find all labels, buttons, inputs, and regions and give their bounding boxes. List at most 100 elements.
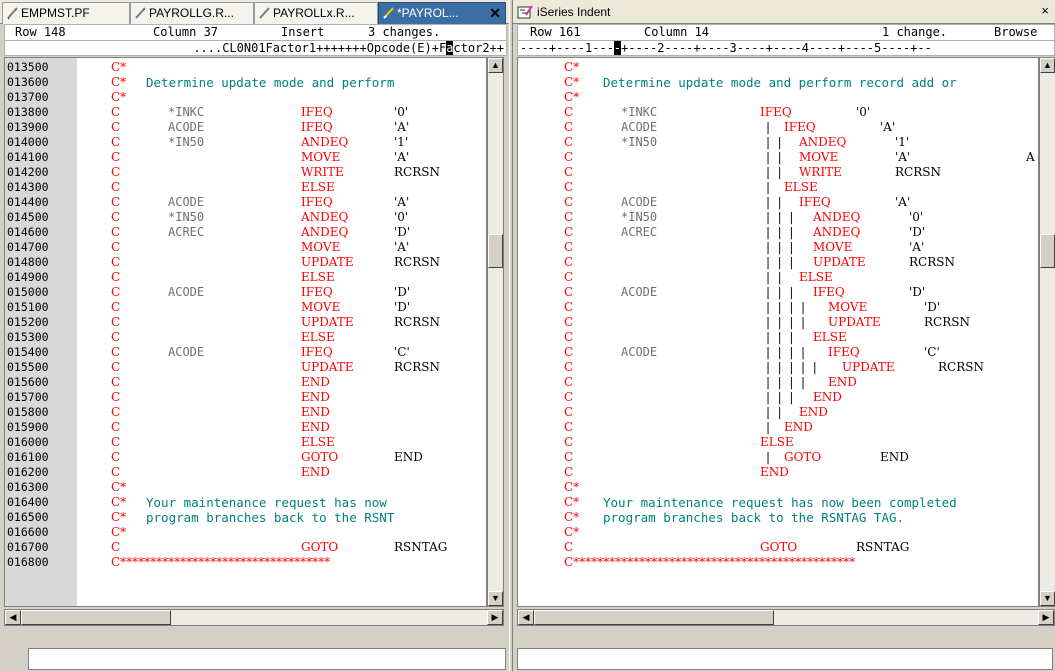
indent-line[interactable]: C* program branches back to the RSNTAG TA… bbox=[518, 510, 1038, 525]
source-line[interactable]: 016100 C GOTO END bbox=[5, 450, 486, 465]
indent-line[interactable]: C ELSE bbox=[518, 435, 1038, 450]
indent-line[interactable]: C* bbox=[518, 60, 1038, 75]
source-line[interactable]: 014700 C MOVE 'A' bbox=[5, 240, 486, 255]
scroll-down-icon[interactable]: ▼ bbox=[488, 591, 503, 606]
indent-line[interactable]: C | | | ELSE bbox=[518, 330, 1038, 345]
scroll-thumb[interactable] bbox=[21, 610, 171, 625]
source-line[interactable]: 016400 C* Your maintenance request has now bbox=[5, 495, 486, 510]
scroll-thumb[interactable] bbox=[534, 610, 774, 625]
scroll-left-icon[interactable]: ◀ bbox=[518, 610, 534, 625]
source-line[interactable]: 015300 C ELSE bbox=[5, 330, 486, 345]
source-line[interactable]: 015100 C MOVE 'D' bbox=[5, 300, 486, 315]
command-input[interactable] bbox=[517, 648, 1053, 670]
source-line[interactable]: 015800 C END bbox=[5, 405, 486, 420]
sequence-number: 015900 bbox=[7, 420, 49, 434]
indent-line[interactable]: C | | | | END bbox=[518, 375, 1038, 390]
source-line[interactable]: 016500 C* program branches back to the RSN… bbox=[5, 510, 486, 525]
spec-type: C bbox=[564, 105, 574, 119]
indent-line[interactable]: C | | END bbox=[518, 405, 1038, 420]
spec-type: C bbox=[564, 315, 574, 329]
scroll-right-icon[interactable]: ▶ bbox=[487, 610, 503, 625]
source-line[interactable]: 014800 C UPDATE RCRSN bbox=[5, 255, 486, 270]
indent-line[interactable]: C *IN50 | | | ANDEQ '0' bbox=[518, 210, 1038, 225]
indent-line[interactable]: C | GOTO END bbox=[518, 450, 1038, 465]
indent-line[interactable]: C ACREC | | | ANDEQ 'D' bbox=[518, 225, 1038, 240]
indent-line[interactable]: C | | | UPDATE RCRSN bbox=[518, 255, 1038, 270]
indent-line[interactable]: C* bbox=[518, 525, 1038, 540]
source-line[interactable]: 016700 C GOTO RSNTAG bbox=[5, 540, 486, 555]
close-icon[interactable]: × bbox=[1041, 3, 1049, 18]
command-input[interactable] bbox=[28, 648, 506, 670]
indent-line[interactable]: C | | WRITE RCRSN bbox=[518, 165, 1038, 180]
indent-line[interactable]: C ACODE | | | IFEQ 'D' bbox=[518, 285, 1038, 300]
indent-line[interactable]: C *INKC IFEQ '0' bbox=[518, 105, 1038, 120]
horizontal-scrollbar[interactable]: ◀ ▶ bbox=[4, 609, 504, 626]
source-line[interactable]: 014400 C ACODE IFEQ 'A' bbox=[5, 195, 486, 210]
scroll-up-icon[interactable]: ▲ bbox=[488, 58, 503, 73]
source-line[interactable]: 014600 C ACREC ANDEQ 'D' bbox=[5, 225, 486, 240]
source-line[interactable]: 014300 C ELSE bbox=[5, 180, 486, 195]
source-line[interactable]: 013500 C* bbox=[5, 60, 486, 75]
indent-line[interactable]: C* bbox=[518, 480, 1038, 495]
indent-line[interactable]: C | | MOVE 'A' A bbox=[518, 150, 1038, 165]
source-line[interactable]: 015000 C ACODE IFEQ 'D' bbox=[5, 285, 486, 300]
indent-line[interactable]: C | | | | | UPDATE RCRSN bbox=[518, 360, 1038, 375]
scroll-left-icon[interactable]: ◀ bbox=[5, 610, 21, 625]
indent-line[interactable]: C***************************************… bbox=[518, 555, 1038, 570]
indent-line[interactable]: C GOTO RSNTAG bbox=[518, 540, 1038, 555]
indent-line[interactable]: C* Your maintenance request has now been … bbox=[518, 495, 1038, 510]
indent-line[interactable]: C | ELSE bbox=[518, 180, 1038, 195]
tab-payrol-active[interactable]: *PAYROL... ✕ bbox=[378, 2, 506, 24]
source-line[interactable]: 016300 C* bbox=[5, 480, 486, 495]
factor2-overflow: A bbox=[1026, 150, 1035, 164]
source-line[interactable]: 014900 C ELSE bbox=[5, 270, 486, 285]
indent-line[interactable]: C* bbox=[518, 90, 1038, 105]
indent-line[interactable]: C END bbox=[518, 465, 1038, 480]
source-line[interactable]: 013800 C *INKC IFEQ '0' bbox=[5, 105, 486, 120]
source-line[interactable]: 016000 C ELSE bbox=[5, 435, 486, 450]
source-line[interactable]: 015500 C UPDATE RCRSN bbox=[5, 360, 486, 375]
source-line[interactable]: 015900 C END bbox=[5, 420, 486, 435]
vertical-scrollbar[interactable]: ▲ ▼ bbox=[487, 57, 504, 607]
tab-payrollx[interactable]: PAYROLLx.R... bbox=[254, 2, 378, 24]
close-icon[interactable]: ✕ bbox=[489, 3, 501, 23]
indent-line[interactable]: C | | | | UPDATE RCRSN bbox=[518, 315, 1038, 330]
indent-line[interactable]: C | | | | MOVE 'D' bbox=[518, 300, 1038, 315]
tab-payrollg[interactable]: PAYROLLG.R... bbox=[130, 2, 254, 24]
indent-line[interactable]: C | END bbox=[518, 420, 1038, 435]
source-line[interactable]: 013700 C* bbox=[5, 90, 486, 105]
source-line[interactable]: 016600 C* bbox=[5, 525, 486, 540]
source-line[interactable]: 014000 C *IN50 ANDEQ '1' bbox=[5, 135, 486, 150]
source-line[interactable]: 015700 C END bbox=[5, 390, 486, 405]
scroll-thumb[interactable] bbox=[488, 234, 503, 268]
indent-line[interactable]: C | | | END bbox=[518, 390, 1038, 405]
source-line[interactable]: 014100 C MOVE 'A' bbox=[5, 150, 486, 165]
indent-line[interactable]: C | | | MOVE 'A' bbox=[518, 240, 1038, 255]
source-line[interactable]: 015600 C END bbox=[5, 375, 486, 390]
source-line[interactable]: 016200 C END bbox=[5, 465, 486, 480]
source-line[interactable]: 015400 C ACODE IFEQ 'C' bbox=[5, 345, 486, 360]
source-line[interactable]: 013900 C ACODE IFEQ 'A' bbox=[5, 120, 486, 135]
indent-line[interactable]: C ACODE | | IFEQ 'A' bbox=[518, 195, 1038, 210]
indent-text-area[interactable]: C* C* Determine update mode and perform re… bbox=[517, 57, 1039, 607]
indent-line[interactable]: C *IN50 | | ANDEQ '1' bbox=[518, 135, 1038, 150]
vertical-scrollbar[interactable]: ▲ ▼ bbox=[1039, 57, 1055, 607]
scroll-thumb[interactable] bbox=[1040, 234, 1055, 268]
indent-line[interactable]: C | | ELSE bbox=[518, 270, 1038, 285]
scroll-down-icon[interactable]: ▼ bbox=[1040, 591, 1055, 606]
source-line[interactable]: 014200 C WRITE RCRSN bbox=[5, 165, 486, 180]
source-line[interactable]: 015200 C UPDATE RCRSN bbox=[5, 315, 486, 330]
source-line[interactable]: 016800 C*********************************… bbox=[5, 555, 486, 570]
scroll-right-icon[interactable]: ▶ bbox=[1038, 610, 1054, 625]
source-text-area[interactable]: 013500 C* 013600 C* Determine update mode an… bbox=[4, 57, 487, 607]
source-line[interactable]: 014500 C *IN50 ANDEQ '0' bbox=[5, 210, 486, 225]
indent-line[interactable]: C ACODE | | | | IFEQ 'C' bbox=[518, 345, 1038, 360]
indent-line[interactable]: C ACODE | IFEQ 'A' bbox=[518, 120, 1038, 135]
tab-empmst[interactable]: EMPMST.PF bbox=[2, 2, 130, 24]
horizontal-scrollbar[interactable]: ◀ ▶ bbox=[517, 609, 1055, 626]
source-line[interactable]: 013600 C* Determine update mode and perfor… bbox=[5, 75, 486, 90]
spec-type: C bbox=[564, 225, 574, 239]
scroll-up-icon[interactable]: ▲ bbox=[1040, 58, 1055, 73]
view-title[interactable]: iSeries Indent bbox=[517, 4, 610, 20]
indent-line[interactable]: C* Determine update mode and perform reco… bbox=[518, 75, 1038, 90]
